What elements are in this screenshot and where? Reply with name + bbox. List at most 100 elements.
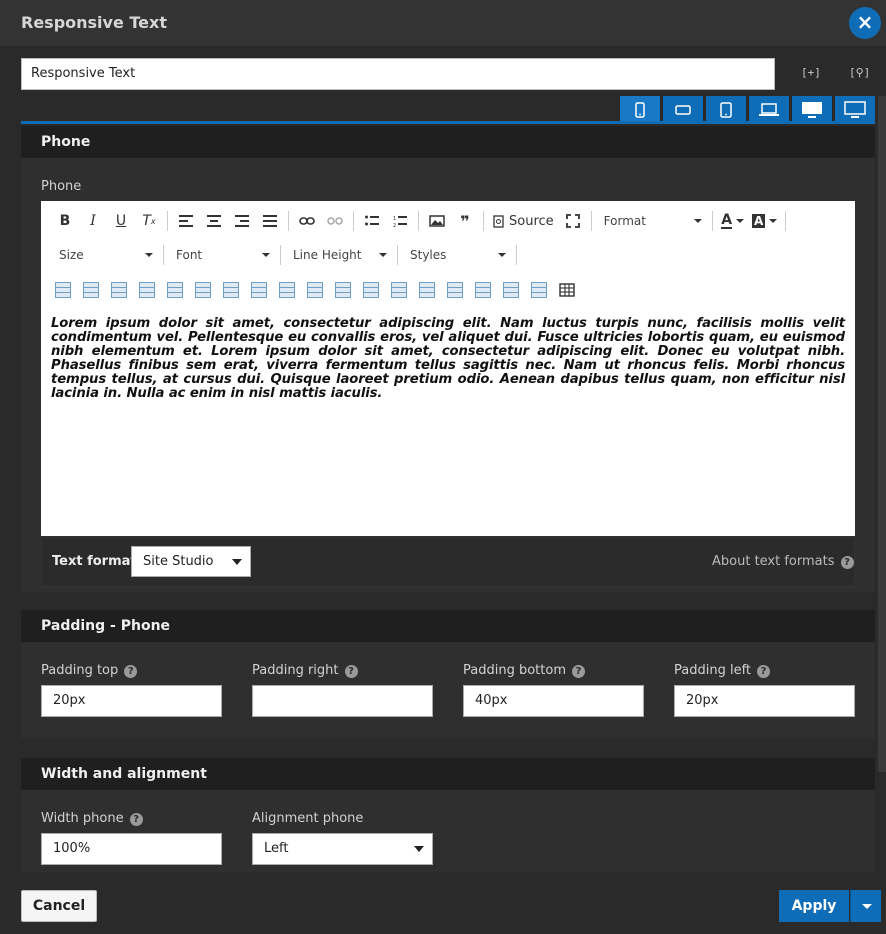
split-cell-icon[interactable] (475, 282, 491, 298)
about-text-formats-link[interactable]: About text formats? (712, 554, 854, 569)
alignment-phone-label: Alignment phone (252, 811, 364, 826)
format-dropdown[interactable]: Format (596, 209, 708, 233)
toolbar-separator (418, 211, 419, 231)
insert-column-before-icon[interactable] (223, 282, 239, 298)
search-icon[interactable]: [⚲] (849, 66, 870, 79)
help-icon[interactable]: ? (124, 665, 138, 678)
desktop-large-tab-icon[interactable] (835, 96, 875, 123)
font-label: Font (176, 248, 203, 262)
source-button[interactable]: Source (489, 209, 558, 233)
insert-row-after-icon[interactable] (167, 282, 183, 298)
editor-content[interactable]: Lorem ipsum dolor sit amet, consectetur … (51, 317, 845, 401)
tab-underline (21, 121, 875, 124)
text-color-icon[interactable]: A (718, 209, 748, 233)
padding-section-header[interactable]: Padding - Phone (21, 610, 875, 642)
padding-right-input[interactable] (252, 685, 433, 717)
about-text-formats-label: About text formats (712, 554, 835, 569)
maximize-icon[interactable] (560, 209, 586, 233)
help-icon[interactable]: ? (571, 665, 585, 678)
padding-top-input[interactable]: 20px (41, 685, 222, 717)
padding-bottom-input[interactable]: 40px (463, 685, 644, 717)
text-format-select[interactable]: Site Studio (131, 546, 251, 577)
delete-column-icon[interactable] (279, 282, 295, 298)
underline-icon[interactable]: U (108, 209, 134, 233)
padding-top-label: Padding top? (41, 663, 138, 678)
row-delete-icon[interactable] (363, 282, 379, 298)
help-icon[interactable]: ? (757, 665, 771, 678)
chevron-down-icon (145, 253, 153, 257)
toolbar-separator (167, 211, 168, 231)
apply-options-button[interactable] (850, 890, 881, 922)
link-icon[interactable] (294, 209, 320, 233)
text-format-bar: Text format Site Studio About text forma… (41, 537, 855, 587)
component-title-input[interactable]: Responsive Text (21, 58, 775, 90)
text-format-value: Site Studio (143, 554, 214, 569)
edit-cell-icon[interactable] (419, 282, 435, 298)
source-label: Source (509, 213, 554, 229)
size-dropdown[interactable]: Size (51, 243, 159, 267)
help-icon: ? (840, 556, 854, 569)
svg-text:1: 1 (393, 216, 396, 222)
merge-cells-icon[interactable] (447, 282, 463, 298)
merge-horizontal-icon[interactable] (503, 282, 519, 298)
bulleted-list-icon[interactable] (359, 209, 385, 233)
font-dropdown[interactable]: Font (168, 243, 276, 267)
remove-format-icon[interactable]: Tx (136, 209, 162, 233)
phone-landscape-tab-icon[interactable] (663, 96, 703, 123)
align-justify-icon[interactable] (257, 209, 283, 233)
background-color-icon[interactable]: A (750, 209, 780, 233)
insert-row-icon[interactable] (55, 282, 71, 298)
rich-text-editor[interactable]: B I U Tx 12 ❞ Source Format A A Size Fon… (41, 201, 855, 536)
padding-left-input[interactable]: 20px (674, 685, 855, 717)
insert-row-before-icon[interactable] (139, 282, 155, 298)
chevron-down-icon (379, 253, 387, 257)
styles-dropdown[interactable]: Styles (402, 243, 512, 267)
phone-section-header[interactable]: Phone (21, 126, 875, 158)
column-properties-icon[interactable] (335, 282, 351, 298)
italic-icon[interactable]: I (80, 209, 106, 233)
cancel-button[interactable]: Cancel (21, 890, 97, 922)
row-properties-icon[interactable] (111, 282, 127, 298)
toolbar-separator (163, 245, 164, 265)
scrollbar[interactable] (878, 96, 886, 772)
insert-column-after-icon[interactable] (251, 282, 267, 298)
expand-icon[interactable]: [+] (801, 66, 821, 79)
toolbar-separator (590, 211, 592, 231)
editor-toolbar-row-1: B I U Tx 12 ❞ Source Format A A (41, 209, 855, 233)
unlink-icon[interactable] (322, 209, 348, 233)
tablet-tab-icon[interactable] (706, 96, 746, 123)
width-section-header[interactable]: Width and alignment (21, 758, 875, 790)
align-right-icon[interactable] (229, 209, 255, 233)
laptop-tab-icon[interactable] (749, 96, 789, 123)
align-center-icon[interactable] (201, 209, 227, 233)
text-format-label: Text format (52, 554, 137, 569)
apply-button[interactable]: Apply (779, 890, 849, 922)
numbered-list-icon[interactable]: 12 (387, 209, 413, 233)
width-phone-input[interactable]: 100% (41, 833, 222, 865)
dialog-titlebar: Responsive Text × (0, 0, 886, 46)
close-icon[interactable]: × (849, 7, 881, 39)
help-icon[interactable]: ? (129, 813, 143, 826)
alignment-value: Left (264, 841, 289, 856)
padding-left-label: Padding left? (674, 663, 771, 678)
table-icon[interactable] (554, 278, 580, 302)
blockquote-icon[interactable]: ❞ (452, 209, 478, 233)
merge-vertical-icon[interactable] (531, 282, 547, 298)
bold-icon[interactable]: B (52, 209, 78, 233)
delete-row-icon[interactable] (83, 282, 99, 298)
image-icon[interactable] (424, 209, 450, 233)
desktop-tab-icon[interactable] (792, 96, 832, 123)
line-height-dropdown[interactable]: Line Height (285, 243, 393, 267)
chevron-down-icon (414, 846, 424, 852)
toolbar-separator (784, 211, 786, 231)
help-icon[interactable]: ? (344, 665, 358, 678)
cell-properties-icon[interactable] (391, 282, 407, 298)
phone-tab-icon[interactable] (620, 96, 660, 123)
split-column-icon[interactable] (307, 282, 323, 298)
alignment-phone-select[interactable]: Left (252, 833, 433, 865)
editor-toolbar-row-3 (41, 278, 855, 302)
delete-rows-icon[interactable] (195, 282, 211, 298)
svg-text:2: 2 (393, 223, 396, 227)
width-phone-label: Width phone? (41, 811, 143, 826)
align-left-icon[interactable] (173, 209, 199, 233)
